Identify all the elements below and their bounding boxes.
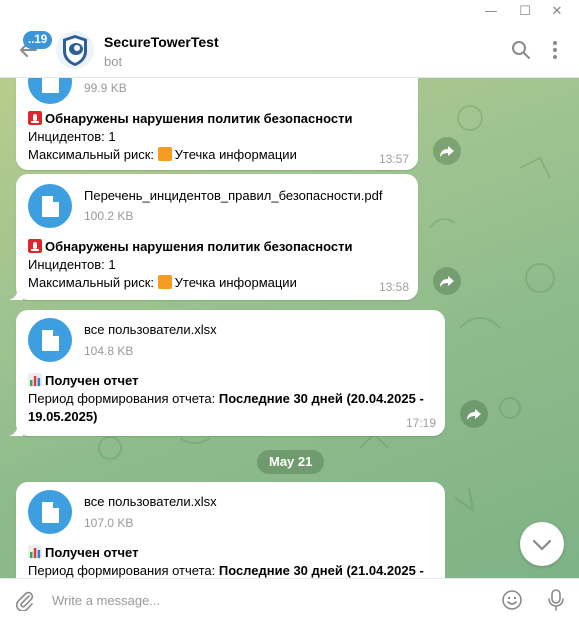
forward-icon xyxy=(467,409,481,420)
window-titlebar: — ☐ ✕ xyxy=(0,0,579,24)
file-icon[interactable] xyxy=(28,490,72,534)
smiley-icon[interactable] xyxy=(501,589,523,611)
message-bubble[interactable]: Перечень_инцидентов_правил_безопасности.… xyxy=(9,174,418,300)
bar-chart-emoji xyxy=(28,545,42,559)
message-line: Инцидентов: 1 xyxy=(28,129,116,144)
chat-title[interactable]: SecureTowerTest xyxy=(104,34,219,50)
file-icon[interactable] xyxy=(28,318,72,362)
forward-button[interactable] xyxy=(433,267,461,295)
message-line: Период формирования отчета: Последние 30… xyxy=(28,563,424,578)
chevron-down-icon xyxy=(532,539,552,551)
file-size: 107.0 KB xyxy=(84,516,134,530)
bubble-tail xyxy=(9,286,23,300)
unread-count-badge[interactable]: ..19 xyxy=(23,31,53,49)
message-line: Период формирования отчета: Последние 30… xyxy=(28,391,424,406)
orange-square-emoji xyxy=(157,275,172,289)
message-line: Обнаружены нарушения политик безопасност… xyxy=(28,110,352,128)
message-time: 17:19 xyxy=(406,416,437,430)
message-input[interactable] xyxy=(52,587,482,613)
minimize-button[interactable]: — xyxy=(480,2,502,22)
message-line: Получен отчет xyxy=(28,372,138,390)
search-icon[interactable] xyxy=(510,39,532,61)
message-bubble[interactable]: 99.9 KB Обнаружены нарушения политик без… xyxy=(16,78,418,170)
date-separator: May 21 xyxy=(257,450,325,474)
message-line: Максимальный риск: Утечка информации xyxy=(28,147,297,162)
file-icon[interactable] xyxy=(28,78,72,104)
compose-bar xyxy=(0,578,579,621)
siren-emoji xyxy=(28,111,42,125)
message-time: 13:57 xyxy=(379,152,410,166)
message-bubble[interactable]: все пользователи.xlsx 104.8 KB Получен о… xyxy=(9,310,445,436)
siren-emoji xyxy=(28,239,42,253)
close-window-button[interactable]: ✕ xyxy=(546,2,568,22)
bubble-tail xyxy=(9,422,23,436)
message-line: Обнаружены нарушения политик безопасност… xyxy=(28,238,352,256)
forward-icon xyxy=(440,146,454,157)
file-name[interactable]: все пользователи.xlsx xyxy=(84,322,217,337)
chat-header: ..19 SecureTowerTest bot xyxy=(0,24,579,78)
forward-icon xyxy=(440,276,454,287)
chat-history[interactable]: 99.9 KB Обнаружены нарушения политик без… xyxy=(0,78,579,578)
file-name[interactable]: Перечень_инцидентов_правил_безопасности.… xyxy=(84,188,382,203)
bar-chart-emoji xyxy=(28,373,42,387)
file-size: 99.9 KB xyxy=(84,81,127,95)
message-time: 13:58 xyxy=(379,280,410,294)
message-line: Инцидентов: 1 xyxy=(28,257,116,272)
file-size: 100.2 KB xyxy=(84,209,134,223)
chat-subtitle: bot xyxy=(104,54,123,69)
more-vertical-icon[interactable] xyxy=(547,39,563,61)
paperclip-icon[interactable] xyxy=(13,589,35,611)
bot-avatar[interactable] xyxy=(56,31,94,69)
message-line: 19.05.2025) xyxy=(28,409,98,424)
forward-button[interactable] xyxy=(460,400,488,428)
forward-button[interactable] xyxy=(433,137,461,165)
microphone-icon[interactable] xyxy=(546,588,566,612)
orange-square-emoji xyxy=(157,147,172,161)
message-line: Максимальный риск: Утечка информации xyxy=(28,275,297,290)
message-bubble[interactable]: все пользователи.xlsx 107.0 KB Получен о… xyxy=(16,482,445,578)
file-icon[interactable] xyxy=(28,184,72,228)
maximize-button[interactable]: ☐ xyxy=(514,2,536,22)
file-name[interactable]: все пользователи.xlsx xyxy=(84,494,217,509)
scroll-to-bottom-button[interactable] xyxy=(520,522,564,566)
file-size: 104.8 KB xyxy=(84,344,134,358)
message-line: Получен отчет xyxy=(28,544,138,562)
